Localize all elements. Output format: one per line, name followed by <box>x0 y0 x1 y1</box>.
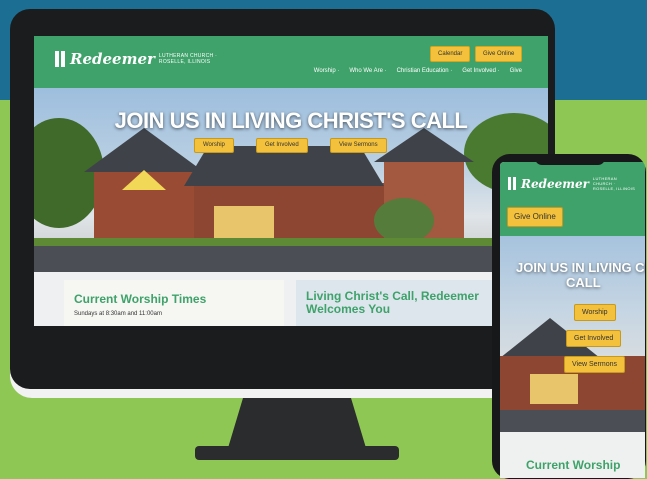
driveway <box>34 246 548 272</box>
site-logo[interactable]: Redeemer LUTHERAN CHURCH · ROSELLE, ILLI… <box>54 50 221 68</box>
mobile-hero: JOIN US IN LIVING CHRI CALL Worship Get … <box>500 236 645 432</box>
mobile-view-sermons-button[interactable]: View Sermons <box>564 356 626 373</box>
hero-banner: JOIN US IN LIVING CHRIST'S CALL Worship … <box>34 88 548 272</box>
nav-item-christian-education[interactable]: Christian Education · <box>397 68 453 74</box>
mobile-driveway <box>500 410 645 432</box>
logo-subtitle: LUTHERAN CHURCH · ROSELLE, ILLINOIS <box>158 53 218 65</box>
mobile-hero-title-line2: CALL <box>566 275 601 290</box>
church-roof-left <box>84 128 204 172</box>
phone-notch <box>535 157 605 165</box>
hero-title: JOIN US IN LIVING CHRIST'S CALL <box>114 108 468 133</box>
feature-cards: Current Worship Times Sundays at 8:30am … <box>34 272 548 326</box>
mobile-give-online-button[interactable]: Give Online <box>507 207 563 227</box>
mobile-logo-subtitle: LUTHERAN CHURCH · ROSELLE, ILLINOIS <box>592 176 636 191</box>
welcome-card[interactable]: Living Christ's Call, Redeemer Welcomes … <box>296 280 496 326</box>
hero-view-sermons-button[interactable]: View Sermons <box>330 138 387 153</box>
church-logo-icon <box>54 51 66 67</box>
desktop-screen: Redeemer LUTHERAN CHURCH · ROSELLE, ILLI… <box>34 36 548 326</box>
bush-right <box>374 198 434 243</box>
main-nav: Worship · Who We Are · Christian Educati… <box>314 68 522 74</box>
worship-times-card[interactable]: Current Worship Times Sundays at 8:30am … <box>64 280 284 326</box>
monitor-stand <box>228 398 366 448</box>
mobile-header: Redeemer LUTHERAN CHURCH · ROSELLE, ILLI… <box>500 162 645 236</box>
entrance-doors <box>214 206 274 240</box>
hero-get-involved-button[interactable]: Get Involved <box>256 138 308 153</box>
mobile-worship-card[interactable]: Current Worship <box>500 432 645 478</box>
calendar-button[interactable]: Calendar <box>430 46 471 62</box>
welcome-title: Living Christ's Call, Redeemer Welcomes … <box>306 289 479 316</box>
mobile-hero-title-line1: JOIN US IN LIVING CHRI <box>516 260 645 275</box>
mobile-logo-name: Redeemer <box>521 176 589 191</box>
hero-worship-button[interactable]: Worship <box>194 138 234 153</box>
monitor-foot <box>195 446 399 460</box>
nav-item-worship[interactable]: Worship · <box>314 68 340 74</box>
give-online-button[interactable]: Give Online <box>475 46 523 62</box>
mobile-worship-button[interactable]: Worship <box>574 304 616 321</box>
nav-item-get-involved[interactable]: Get Involved · <box>462 68 499 74</box>
mobile-entrance-doors <box>530 374 578 404</box>
logo-name: Redeemer <box>70 50 155 68</box>
site-header: Redeemer LUTHERAN CHURCH · ROSELLE, ILLI… <box>34 36 548 88</box>
mobile-worship-card-title: Current Worship <box>526 458 621 472</box>
church-logo-icon <box>507 177 517 190</box>
mobile-screen: Redeemer LUTHERAN CHURCH · ROSELLE, ILLI… <box>500 162 645 478</box>
mobile-get-involved-button[interactable]: Get Involved <box>566 330 622 347</box>
worship-times-title: Current Worship Times <box>74 292 207 306</box>
mobile-site-logo[interactable]: Redeemer LUTHERAN CHURCH · ROSELLE, ILLI… <box>507 176 637 191</box>
worship-times-text: Sundays at 8:30am and 11:00am <box>74 311 162 317</box>
nav-item-give[interactable]: Give <box>510 68 522 74</box>
nav-item-who-we-are[interactable]: Who We Are · <box>349 68 386 74</box>
